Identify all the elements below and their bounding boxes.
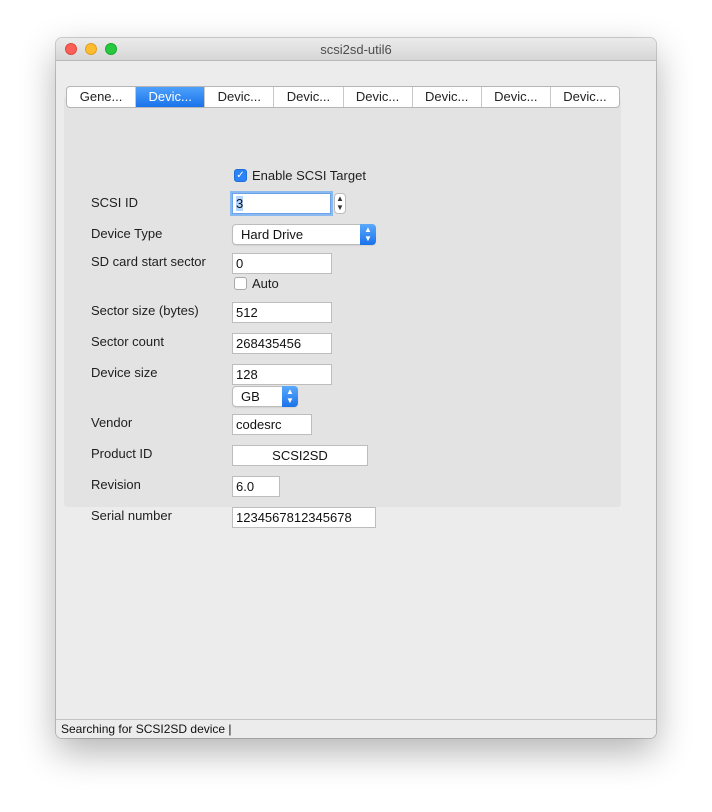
device-type-label: Device Type <box>91 226 163 241</box>
tab-device-7[interactable]: Devic... <box>551 87 619 107</box>
scsi-id-input[interactable]: 3 <box>232 193 331 214</box>
sector-size-input[interactable]: 512 <box>232 302 332 323</box>
device-size-unit-value: GB <box>241 389 260 404</box>
tab-device-4[interactable]: Devic... <box>344 87 413 107</box>
window-title: scsi2sd-util6 <box>320 42 392 57</box>
app-window: scsi2sd-util6 ✓ Enable SCSI Target SCSI … <box>56 38 656 738</box>
revision-input[interactable]: 6.0 <box>232 476 280 497</box>
tab-general[interactable]: Gene... <box>67 87 137 107</box>
sector-size-label: Sector size (bytes) <box>91 303 199 318</box>
chevron-down-icon: ▼ <box>336 203 344 212</box>
tab-device-1[interactable]: Devic... <box>136 87 206 107</box>
tab-device-3[interactable]: Devic... <box>274 87 344 107</box>
sd-start-sector-label: SD card start sector <box>91 254 206 269</box>
revision-label: Revision <box>91 477 141 492</box>
status-bar: Searching for SCSI2SD device | <box>56 719 656 738</box>
vendor-input[interactable]: codesrc <box>232 414 312 435</box>
tab-bar: Gene... Devic... Devic... Devic... Devic… <box>66 86 620 108</box>
product-id-input[interactable]: SCSI2SD <box>232 445 368 466</box>
serial-number-input[interactable]: 1234567812345678 <box>232 507 376 528</box>
device-size-label: Device size <box>91 365 158 380</box>
status-text: Searching for SCSI2SD device | <box>61 722 232 736</box>
serial-number-label: Serial number <box>91 508 172 523</box>
device-type-value: Hard Drive <box>241 227 304 242</box>
updown-chevron-icon: ▲ ▼ <box>360 224 376 245</box>
tab-device-6[interactable]: Devic... <box>482 87 551 107</box>
updown-chevron-icon: ▲ ▼ <box>282 386 298 407</box>
scsi-id-stepper[interactable]: ▲ ▼ <box>334 193 346 214</box>
auto-checkbox[interactable] <box>234 277 247 290</box>
title-bar: scsi2sd-util6 <box>56 38 656 61</box>
sector-count-label: Sector count <box>91 334 164 349</box>
device-settings-panel: ✓ Enable SCSI Target SCSI ID 3 ▲ ▼ Device… <box>64 96 621 528</box>
sector-count-input[interactable]: 268435456 <box>232 333 332 354</box>
sd-start-sector-input[interactable]: 0 <box>232 253 332 274</box>
scsi-id-label: SCSI ID <box>91 195 138 210</box>
vendor-label: Vendor <box>91 415 133 430</box>
enable-scsi-target-checkbox[interactable]: ✓ <box>234 169 247 182</box>
tab-device-2[interactable]: Devic... <box>205 87 275 107</box>
product-id-label: Product ID <box>91 446 153 461</box>
auto-label: Auto <box>252 276 279 291</box>
checkmark-icon: ✓ <box>236 170 245 181</box>
device-size-input[interactable]: 128 <box>232 364 332 385</box>
enable-scsi-target-label: Enable SCSI Target <box>252 168 366 183</box>
chevron-up-icon: ▲ <box>336 194 344 203</box>
device-type-select[interactable]: Hard Drive ▲ ▼ <box>232 224 376 245</box>
tab-device-5[interactable]: Devic... <box>413 87 482 107</box>
device-size-unit-select[interactable]: GB ▲ ▼ <box>232 386 298 407</box>
